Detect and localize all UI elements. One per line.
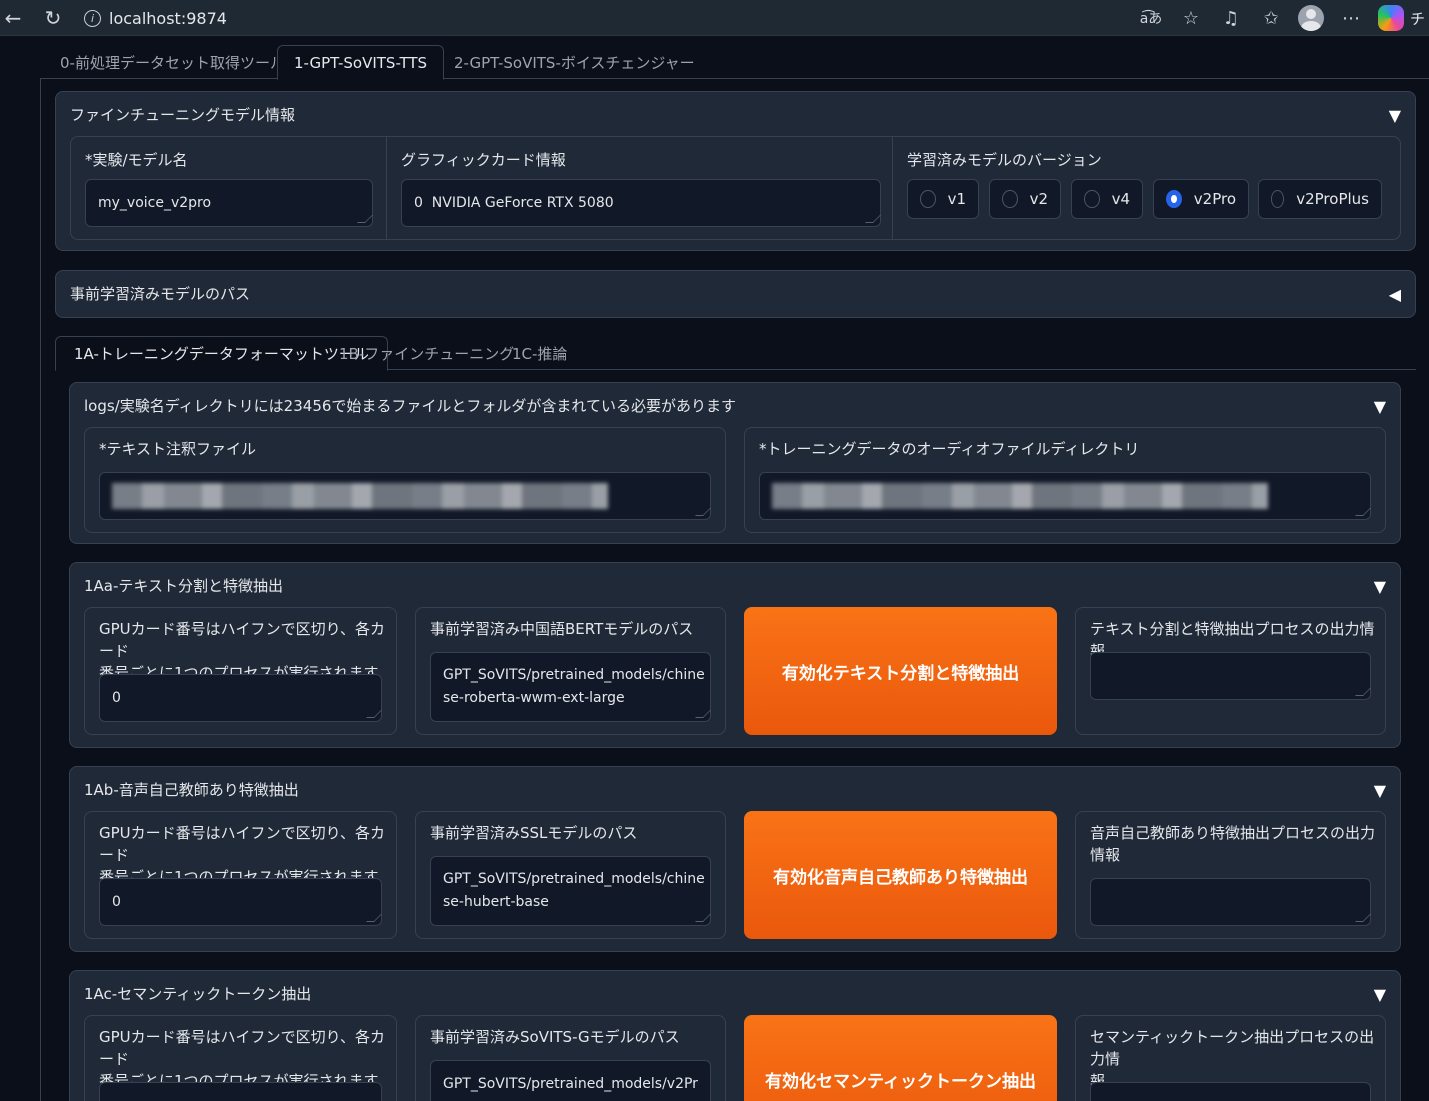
tab-voice-changer[interactable]: 2-GPT-SoVITS-ボイスチェンジャー <box>438 45 711 79</box>
text-split-output-block: テキスト分割と特徴抽出プロセスの出力情報 <box>1075 607 1386 735</box>
version-radio-v2pro[interactable]: v2Pro <box>1153 179 1249 219</box>
pretrained-paths-title[interactable]: 事前学習済みモデルのパス <box>70 283 250 304</box>
ssl-model-label: 事前学習済みSSLモデルのパス <box>430 824 638 842</box>
main-content: ファインチューニングモデル情報 ▼ *実験/モデル名 my_voice_v2pr… <box>40 79 1429 1101</box>
section-1ab-accordion: 1Ab-音声自己教師あり特徴抽出 ▼ GPUカード番号はハイフンで区切り、各カー… <box>69 766 1401 952</box>
gpu-number-input[interactable]: 0 <box>99 674 382 722</box>
collapse-arrow-icon[interactable]: ▼ <box>1374 985 1386 1004</box>
ssl-output-block: 音声自己教師あり特徴抽出プロセスの出力 情報 <box>1075 811 1386 939</box>
logs-accordion: logs/実験名ディレクトリには23456で始まるファイルとフォルダが含まれてい… <box>69 382 1401 544</box>
audio-dir-label: *トレーニングデータのオーディオファイルディレクトリ <box>759 440 1140 458</box>
info-icon[interactable]: i <box>84 9 101 27</box>
radio-circle-selected[interactable] <box>1166 190 1182 208</box>
bert-model-label: 事前学習済み中国語BERTモデルのパス <box>430 620 694 638</box>
browser-toolbar: ← ↻ i localhost:9874 a͡あ ☆ ♫ ✩ ⋯ チ <box>0 0 1429 36</box>
logs-title[interactable]: logs/実験名ディレクトリには23456で始まるファイルとフォルダが含まれてい… <box>84 395 736 416</box>
refresh-icon[interactable]: ↻ <box>40 5 66 31</box>
text-split-output-field[interactable] <box>1090 652 1371 700</box>
bert-model-input[interactable]: GPT_SoVITS/pretrained_models/chine se-rob… <box>430 652 711 722</box>
model-version-block: 学習済みモデルのバージョン v1 v2 v4 v2Pro v2ProPlus <box>892 136 1401 240</box>
address-bar[interactable]: i localhost:9874 <box>84 5 227 31</box>
ssl-model-input[interactable]: GPT_SoVITS/pretrained_models/chine se-hub… <box>430 856 711 926</box>
copilot-icon[interactable] <box>1377 5 1404 31</box>
gpu-number-input[interactable] <box>99 1082 382 1101</box>
version-radio-v2proplus[interactable]: v2ProPlus <box>1258 179 1382 219</box>
ssl-output-field[interactable] <box>1090 878 1371 926</box>
redacted-path <box>112 483 608 509</box>
text-annotation-input[interactable] <box>99 472 711 520</box>
tab-inference[interactable]: 1C-推論 <box>494 336 585 371</box>
semantic-output-field[interactable] <box>1090 1082 1371 1101</box>
sovits-g-model-label: 事前学習済みSoVITS-Gモデルのパス <box>430 1028 680 1046</box>
collapse-arrow-icon[interactable]: ▼ <box>1374 781 1386 800</box>
left-margin <box>0 37 40 1101</box>
gpu-info-input[interactable]: 0 NVIDIA GeForce RTX 5080 <box>401 179 881 227</box>
tab-gpt-sovits-tts[interactable]: 1-GPT-SoVITS-TTS <box>277 45 445 80</box>
enable-semantic-token-button[interactable]: 有効化セマンティックトークン抽出 <box>744 1015 1057 1101</box>
section-1ac-accordion: 1Ac-セマンティックトークン抽出 ▼ GPUカード番号はハイフンで区切り、各カ… <box>69 970 1401 1101</box>
profile-avatar-icon[interactable] <box>1297 5 1324 31</box>
section-1aa-title[interactable]: 1Aa-テキスト分割と特徴抽出 <box>84 575 283 596</box>
bert-model-block: 事前学習済み中国語BERTモデルのパス GPT_SoVITS/pretraine… <box>415 607 726 735</box>
ssl-model-block: 事前学習済みSSLモデルのパス GPT_SoVITS/pretrained_mo… <box>415 811 726 939</box>
radio-circle[interactable] <box>1271 190 1285 208</box>
sub-tabs: 1A-トレーニングデータフォーマットツール 1B-ファインチューニング 1C-推… <box>55 336 1416 371</box>
favorites-list-icon[interactable]: ✩ <box>1258 5 1284 31</box>
version-radio-v4[interactable]: v4 <box>1071 179 1143 219</box>
back-icon[interactable]: ← <box>0 5 26 31</box>
experiment-name-block: *実験/モデル名 my_voice_v2pro <box>70 136 388 240</box>
redacted-path <box>772 483 1268 509</box>
more-menu-icon[interactable]: ⋯ <box>1338 5 1364 31</box>
semantic-output-block: セマンティックトークン抽出プロセスの出力情報 <box>1075 1015 1386 1101</box>
enable-ssl-extraction-button[interactable]: 有効化音声自己教師あり特徴抽出 <box>744 811 1057 939</box>
version-radio-v2[interactable]: v2 <box>989 179 1061 219</box>
favorite-star-icon[interactable]: ☆ <box>1178 5 1204 31</box>
cutoff-label: チ <box>1409 9 1425 28</box>
expand-arrow-icon[interactable]: ◀ <box>1389 285 1401 304</box>
collapse-arrow-icon[interactable]: ▼ <box>1374 397 1386 416</box>
gpu-number-block: GPUカード番号はハイフンで区切り、各カード 番号ごとに1つのプロセスが実行されま… <box>84 607 397 735</box>
section-1ac-title[interactable]: 1Ac-セマンティックトークン抽出 <box>84 983 311 1004</box>
main-tabs: 0-前処理データセット取得ツール 1-GPT-SoVITS-TTS 2-GPT-… <box>40 37 1429 80</box>
finetune-info-title[interactable]: ファインチューニングモデル情報 <box>70 104 295 125</box>
audio-dir-input[interactable] <box>759 472 1371 520</box>
radio-circle[interactable] <box>1002 190 1018 208</box>
text-annotation-block: *テキスト注釈ファイル <box>84 427 726 533</box>
audio-dir-block: *トレーニングデータのオーディオファイルディレクトリ <box>744 427 1386 533</box>
gpu-number-input[interactable]: 0 <box>99 878 382 926</box>
sovits-g-model-block: 事前学習済みSoVITS-Gモデルのパス GPT_SoVITS/pretrain… <box>415 1015 726 1101</box>
pretrained-paths-accordion[interactable]: 事前学習済みモデルのパス ◀ <box>55 270 1416 318</box>
model-version-label: 学習済みモデルのバージョン <box>907 151 1102 169</box>
text-annotation-label: *テキスト注釈ファイル <box>99 440 257 458</box>
collapse-arrow-icon[interactable]: ▼ <box>1389 106 1401 125</box>
gpu-info-block: グラフィックカード情報 0 NVIDIA GeForce RTX 5080 <box>386 136 894 240</box>
gpu-number-block: GPUカード番号はハイフンで区切り、各カード 番号ごとに1つのプロセスが実行されま… <box>84 811 397 939</box>
radio-circle[interactable] <box>1084 190 1100 208</box>
tab-preprocess[interactable]: 0-前処理データセット取得ツール <box>44 45 301 79</box>
enable-text-split-button[interactable]: 有効化テキスト分割と特徴抽出 <box>744 607 1057 735</box>
version-radio-v1[interactable]: v1 <box>907 179 979 219</box>
sovits-g-model-input[interactable]: GPT_SoVITS/pretrained_models/v2Pr <box>430 1060 711 1101</box>
section-1aa-accordion: 1Aa-テキスト分割と特徴抽出 ▼ GPUカード番号はハイフンで区切り、各カード… <box>69 562 1401 748</box>
section-1ab-title[interactable]: 1Ab-音声自己教師あり特徴抽出 <box>84 779 299 800</box>
radio-circle[interactable] <box>920 190 936 208</box>
url-text[interactable]: localhost:9874 <box>109 9 227 28</box>
media-control-icon[interactable]: ♫ <box>1218 5 1244 31</box>
translate-icon[interactable]: a͡あ <box>1138 5 1164 31</box>
collapse-arrow-icon[interactable]: ▼ <box>1374 577 1386 596</box>
finetune-info-accordion: ファインチューニングモデル情報 ▼ *実験/モデル名 my_voice_v2pr… <box>55 91 1416 251</box>
gpu-number-block: GPUカード番号はハイフンで区切り、各カード 番号ごとに1つのプロセスが実行されま… <box>84 1015 397 1101</box>
gpu-info-label: グラフィックカード情報 <box>401 151 566 169</box>
experiment-name-input[interactable]: my_voice_v2pro <box>85 179 373 227</box>
ssl-output-label: 音声自己教師あり特徴抽出プロセスの出力 情報 <box>1090 824 1376 864</box>
experiment-name-label: *実験/モデル名 <box>85 151 188 169</box>
